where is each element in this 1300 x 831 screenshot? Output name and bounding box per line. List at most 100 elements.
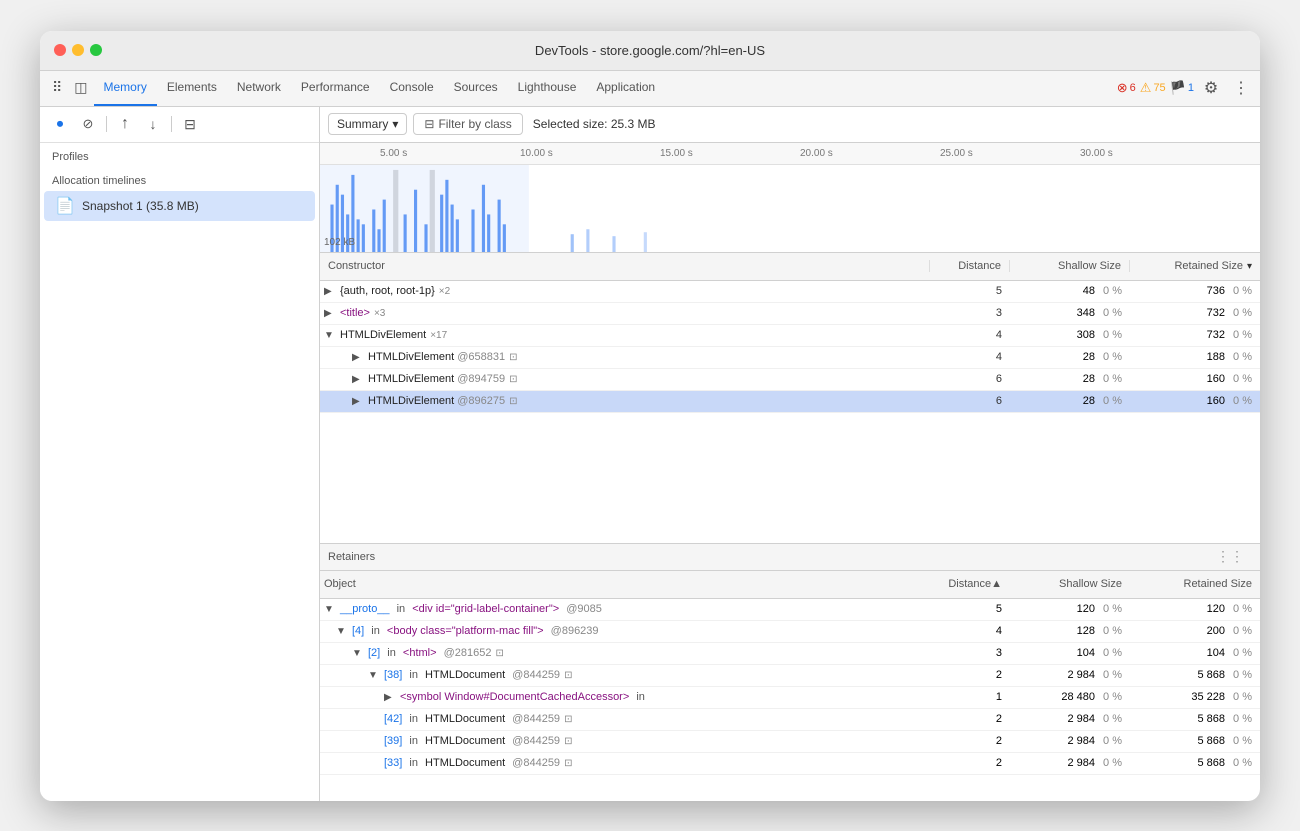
stop-button[interactable]: ⊘: [76, 112, 100, 136]
ret-row[interactable]: [42] in HTMLDocument @844259 ⊡ 2 2 9840 …: [320, 709, 1260, 731]
tick-20s: 20.00 s: [800, 148, 833, 159]
timeline-svg: [320, 165, 1260, 252]
at-text: @844259: [509, 735, 560, 747]
retainers-table-body[interactable]: ▼ __proto__ in <div id="grid-label-conta…: [320, 599, 1260, 801]
secondary-toolbar: Summary ▾ ⊟ Filter by class Selected siz…: [320, 107, 1260, 143]
ret-col-obj: [33] in HTMLDocument @844259 ⊡: [320, 757, 930, 769]
expand-icon[interactable]: ▼: [336, 626, 348, 637]
traffic-lights: [54, 44, 102, 56]
row-distance: 4: [930, 351, 1010, 363]
col-header-shallow[interactable]: Shallow Size: [1010, 260, 1130, 272]
table-row[interactable]: ▶ HTMLDivElement @658831 ⊡ 4 280 % 1880 …: [320, 347, 1260, 369]
table-row[interactable]: ▶ HTMLDivElement @896275 ⊡ 6 280 % 1600 …: [320, 391, 1260, 413]
tab-lighthouse[interactable]: Lighthouse: [508, 71, 587, 106]
row-retained: 1600 %: [1130, 395, 1260, 407]
clear-button[interactable]: ⊟: [178, 112, 202, 136]
maximize-button[interactable]: [90, 44, 102, 56]
nav-tabs: ⠿ ◫ Memory Elements Network Performance …: [40, 71, 1260, 107]
ret-row[interactable]: ▼ [38] in HTMLDocument @844259 ⊡ 2 2 984…: [320, 665, 1260, 687]
ret-row[interactable]: ▼ __proto__ in <div id="grid-label-conta…: [320, 599, 1260, 621]
constructor-name: {auth, root, root-1p}: [340, 285, 435, 297]
load-button[interactable]: ↓: [141, 112, 165, 136]
ret-row[interactable]: ▼ [4] in <body class="platform-mac fill"…: [320, 621, 1260, 643]
link-icon[interactable]: ⊡: [509, 352, 517, 363]
tick-10s: 10.00 s: [520, 148, 553, 159]
row-shallow: 3480 %: [1010, 307, 1130, 319]
col-header-distance[interactable]: Distance: [930, 260, 1010, 272]
timeline-area[interactable]: 5.00 s 10.00 s 15.00 s 20.00 s 25.00 s 3…: [320, 143, 1260, 253]
at-text: @9085: [563, 603, 602, 615]
expand-icon[interactable]: ▼: [352, 648, 364, 659]
tab-network[interactable]: Network: [227, 71, 291, 106]
tab-console[interactable]: Console: [380, 71, 444, 106]
link-icon[interactable]: ⊡: [496, 648, 504, 659]
expand-icon[interactable]: ▶: [324, 308, 336, 319]
expand-icon[interactable]: ▶: [352, 352, 364, 363]
divider-menu-icon[interactable]: ⋮⋮: [1216, 548, 1244, 565]
ret-col-header-dist[interactable]: Distance▲: [930, 578, 1010, 590]
ret-col-obj: [42] in HTMLDocument @844259 ⊡: [320, 713, 930, 725]
link-icon[interactable]: ⊡: [564, 758, 572, 769]
tag-text: <body class="platform-mac fill">: [387, 625, 544, 637]
ret-col-retained: 1040 %: [1130, 647, 1260, 659]
ret-col-header-retained[interactable]: Retained Size: [1130, 578, 1260, 590]
tab-inspector[interactable]: ◫: [68, 71, 93, 106]
allocation-section-label: Allocation timelines: [40, 167, 319, 191]
bracket-text: [38]: [384, 669, 402, 681]
table-row[interactable]: ▼ HTMLDivElement ×17 4 3080 % 7320 %: [320, 325, 1260, 347]
settings-button[interactable]: ⚙: [1198, 75, 1224, 101]
expand-icon[interactable]: ▶: [352, 374, 364, 385]
ret-row[interactable]: [39] in HTMLDocument @844259 ⊡ 2 2 9840 …: [320, 731, 1260, 753]
expand-icon[interactable]: ▼: [324, 604, 336, 615]
table-row[interactable]: ▶ <title> ×3 3 3480 % 7320 %: [320, 303, 1260, 325]
link-icon[interactable]: ⊡: [564, 714, 572, 725]
filter-icon: ⊟: [424, 117, 434, 131]
link-icon[interactable]: ⊡: [564, 736, 572, 747]
expand-icon[interactable]: ▶: [352, 396, 364, 407]
ret-col-retained: 5 8680 %: [1130, 757, 1260, 769]
ret-col-header-shallow[interactable]: Shallow Size: [1010, 578, 1130, 590]
filter-by-class-button[interactable]: ⊟ Filter by class: [413, 113, 522, 135]
expand-icon[interactable]: ▼: [368, 670, 380, 681]
tab-selector[interactable]: ⠿: [46, 71, 68, 106]
tab-sources[interactable]: Sources: [444, 71, 508, 106]
info-badge[interactable]: 🏴 1: [1170, 80, 1194, 96]
close-button[interactable]: [54, 44, 66, 56]
info-icon: 🏴: [1170, 80, 1186, 96]
table-row[interactable]: ▶ HTMLDivElement @894759 ⊡ 6 280 % 1600 …: [320, 369, 1260, 391]
link-icon[interactable]: ⊡: [564, 670, 572, 681]
ret-row[interactable]: [33] in HTMLDocument @844259 ⊡ 2 2 9840 …: [320, 753, 1260, 775]
expand-icon[interactable]: ▼: [324, 330, 336, 341]
minimize-button[interactable]: [72, 44, 84, 56]
error-badge[interactable]: ⊗ 6: [1117, 80, 1136, 96]
filter-label: Filter by class: [438, 117, 511, 131]
ret-row[interactable]: ▼ [2] in <html> @281652 ⊡ 3 1040 %: [320, 643, 1260, 665]
row-count: ×2: [439, 286, 450, 297]
record-button[interactable]: ⏺: [48, 112, 72, 136]
timeline-chart[interactable]: 102 kB: [320, 165, 1260, 252]
warning-badge[interactable]: ⚠ 75: [1140, 80, 1166, 96]
tab-performance[interactable]: Performance: [291, 71, 380, 106]
row-constructor: ▶ HTMLDivElement @896275 ⊡: [332, 395, 930, 407]
table-row[interactable]: ▶ {auth, root, root-1p} ×2 5 480 % 7360 …: [320, 281, 1260, 303]
constructor-table-body[interactable]: ▶ {auth, root, root-1p} ×2 5 480 % 7360 …: [320, 281, 1260, 543]
link-icon[interactable]: ⊡: [509, 396, 517, 407]
expand-icon[interactable]: ▶: [384, 692, 396, 703]
tab-elements[interactable]: Elements: [157, 71, 227, 106]
row-distance: 4: [930, 329, 1010, 341]
expand-icon[interactable]: ▶: [324, 286, 336, 297]
ret-col-dist: 1: [930, 691, 1010, 703]
more-button[interactable]: ⋮: [1228, 75, 1254, 101]
sidebar-item-snapshot1[interactable]: 📄 Snapshot 1 (35.8 MB): [44, 191, 315, 221]
summary-dropdown[interactable]: Summary ▾: [328, 113, 407, 135]
tab-application[interactable]: Application: [586, 71, 665, 106]
row-shallow: 280 %: [1010, 351, 1130, 363]
row-retained: 1600 %: [1130, 373, 1260, 385]
link-icon[interactable]: ⊡: [509, 374, 517, 385]
ret-col-shallow: 2 9840 %: [1010, 735, 1130, 747]
tab-memory[interactable]: Memory: [94, 71, 157, 106]
col-header-retained[interactable]: Retained Size ▾: [1130, 260, 1260, 272]
row-shallow: 480 %: [1010, 285, 1130, 297]
collect-garbage-button[interactable]: ↑: [113, 112, 137, 136]
ret-row[interactable]: ▶ <symbol Window#DocumentCachedAccessor>…: [320, 687, 1260, 709]
